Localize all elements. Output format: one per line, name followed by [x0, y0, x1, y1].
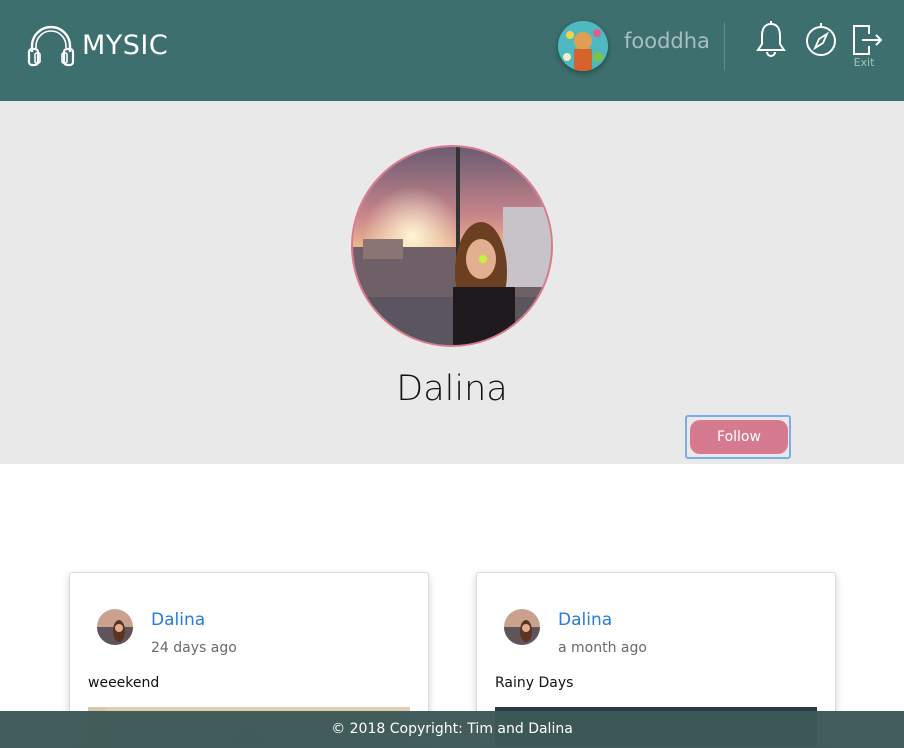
headphones-icon [27, 25, 75, 67]
post-author-link[interactable]: Dalina [151, 610, 205, 630]
avatar-image [504, 609, 540, 645]
bell-icon[interactable] [755, 20, 787, 58]
post-text: Rainy Days [495, 675, 574, 691]
profile-name: Dalina [396, 369, 508, 409]
post-author-avatar[interactable] [504, 609, 540, 645]
avatar-image [558, 21, 608, 71]
header-divider [724, 22, 725, 70]
post-timestamp: 24 days ago [151, 640, 237, 656]
profile-photo [351, 145, 553, 347]
post-author-avatar[interactable] [97, 609, 133, 645]
compass-icon[interactable] [805, 22, 837, 58]
logo-text: MYSIC [82, 29, 169, 61]
post-author-link[interactable]: Dalina [558, 610, 612, 630]
copyright-text: © 2018 Copyright: Tim and Dalina [331, 721, 573, 737]
exit-button[interactable]: Exit [851, 24, 883, 70]
top-navbar: MYSIC fooddha Exit [0, 0, 904, 101]
exit-label: Exit [853, 56, 875, 69]
profile-header: Dalina Follow [0, 101, 904, 464]
footer: © 2018 Copyright: Tim and Dalina [0, 711, 904, 748]
user-avatar[interactable] [558, 21, 608, 71]
app-logo[interactable]: MYSIC [26, 22, 168, 68]
avatar-image [97, 609, 133, 645]
follow-button-focus-ring: Follow [685, 415, 791, 459]
follow-button[interactable]: Follow [690, 420, 788, 454]
current-username[interactable]: fooddha [624, 29, 710, 53]
profile-image [353, 147, 551, 345]
exit-icon [853, 25, 883, 55]
post-text: weeekend [88, 675, 160, 691]
post-timestamp: a month ago [558, 640, 647, 656]
